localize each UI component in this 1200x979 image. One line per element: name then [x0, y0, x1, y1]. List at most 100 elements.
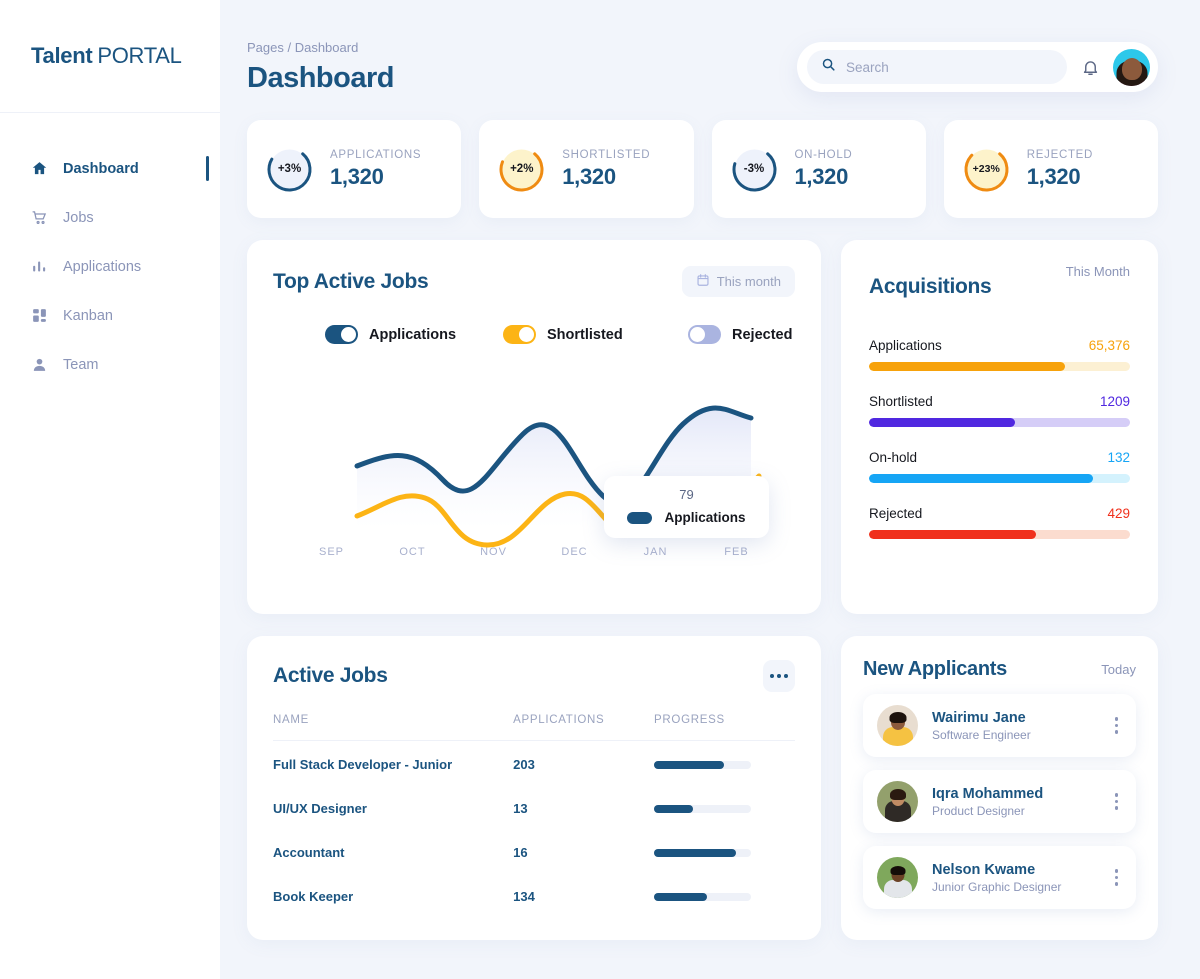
sidebar-item-jobs[interactable]: Jobs	[0, 193, 220, 242]
stat-value: 1,320	[562, 163, 616, 189]
job-progress-cell	[654, 873, 795, 917]
toggle-switch[interactable]	[503, 325, 536, 344]
table-row[interactable]: Full Stack Developer - Junior 203	[273, 741, 795, 786]
brand-logo[interactable]: Talent PORTAL	[0, 0, 220, 113]
table-row[interactable]: Book Keeper 134	[273, 873, 795, 917]
chart-header: Top Active Jobs This month	[273, 266, 795, 297]
job-name: Full Stack Developer - Junior	[273, 757, 453, 772]
breadcrumb[interactable]: Pages / Dashboard	[247, 40, 797, 55]
progress-track	[869, 474, 1130, 483]
sidebar-nav: Dashboard Jobs Applications Kanban Team	[0, 113, 220, 389]
dot-icon	[777, 674, 781, 678]
brand-part-1: Talent	[31, 43, 93, 68]
table-row[interactable]: Accountant 16	[273, 829, 795, 873]
active-jobs-card: Active Jobs NAME APPLICATIONS PROGRESS F…	[247, 636, 821, 940]
stat-meta: REJECTED 1,320	[1027, 149, 1093, 190]
sidebar-item-label: Team	[63, 356, 99, 373]
acquisition-row-shortlisted: Shortlisted 1209	[869, 394, 1130, 427]
notification-bell-icon[interactable]	[1077, 54, 1103, 80]
brand-part-2: PORTAL	[97, 43, 182, 68]
search-icon	[821, 57, 836, 77]
progress-track	[654, 760, 752, 769]
toggle-switch[interactable]	[325, 325, 358, 344]
job-progress-cell	[654, 741, 795, 786]
stat-card-applications[interactable]: +3% APPLICATIONS 1,320	[247, 120, 462, 218]
applicant-avatar	[877, 781, 918, 822]
new-applicants-card: New Applicants Today Wairimu Jane Softwa…	[841, 636, 1158, 940]
job-applications: 16	[513, 845, 528, 860]
donut-chart: +3%	[265, 145, 314, 194]
period-label: This month	[716, 274, 781, 289]
cart-icon	[29, 208, 49, 228]
list-item[interactable]: Iqra Mohammed Product Designer	[863, 770, 1136, 833]
progress-track	[869, 530, 1130, 539]
x-tick-label: JAN	[643, 546, 668, 558]
acquisition-label: On-hold	[869, 450, 918, 465]
page-title: Dashboard	[247, 62, 394, 94]
x-tick-label: FEB	[724, 546, 749, 558]
calendar-icon	[696, 273, 710, 290]
progress-fill	[869, 474, 1094, 483]
list-item[interactable]: Wairimu Jane Software Engineer	[863, 694, 1136, 757]
job-name: Book Keeper	[273, 889, 354, 904]
progress-track	[654, 804, 752, 813]
dot-icon	[1114, 723, 1118, 728]
acquisition-row-rejected: Rejected 429	[869, 506, 1130, 539]
period-selector-button[interactable]: This month	[681, 266, 795, 297]
list-item[interactable]: Nelson Kwame Junior Graphic Designer	[863, 846, 1136, 909]
stat-card-rejected[interactable]: +23% REJECTED 1,320	[943, 120, 1158, 218]
tooltip-value: 79	[679, 487, 694, 502]
stat-card-on-hold[interactable]: -3% ON-HOLD 1,320	[711, 120, 926, 218]
legend-toggle-shortlisted[interactable]: Shortlisted	[503, 325, 688, 344]
sidebar-item-applications[interactable]: Applications	[0, 242, 220, 291]
avatar[interactable]	[1113, 48, 1150, 86]
dot-icon	[1114, 882, 1118, 886]
active-jobs-table: NAME APPLICATIONS PROGRESS Full Stack De…	[273, 714, 795, 917]
table-header-row: NAME APPLICATIONS PROGRESS	[273, 714, 795, 741]
column-header-name: NAME	[273, 714, 514, 741]
search-bar-container	[797, 42, 1158, 92]
applicant-name: Nelson Kwame	[932, 861, 1036, 878]
middle-row: Top Active Jobs This month Applications	[247, 240, 1158, 614]
stat-label: SHORTLISTED	[562, 148, 651, 161]
page-heading-group: Pages / Dashboard Dashboard	[247, 40, 797, 95]
sidebar-item-team[interactable]: Team	[0, 340, 220, 389]
applicant-name: Iqra Mohammed	[932, 785, 1044, 802]
applicant-options-button[interactable]	[1111, 789, 1123, 814]
chart-tooltip: 79 Applications	[604, 476, 769, 538]
sidebar-item-label: Applications	[63, 258, 142, 275]
toggle-switch[interactable]	[688, 325, 721, 344]
progress-track	[654, 892, 752, 901]
sidebar-item-kanban[interactable]: Kanban	[0, 291, 220, 340]
stat-value: 1,320	[794, 163, 849, 189]
search-input[interactable]	[846, 59, 1053, 75]
legend-toggle-applications[interactable]: Applications	[325, 325, 503, 344]
legend-toggle-rejected[interactable]: Rejected	[688, 325, 792, 344]
sidebar-item-dashboard[interactable]: Dashboard	[0, 144, 220, 193]
applicant-role: Software Engineer	[932, 727, 1031, 742]
dot-icon	[1114, 806, 1118, 810]
applicant-options-button[interactable]	[1111, 713, 1123, 738]
sidebar: Talent PORTAL Dashboard Jobs Application…	[0, 0, 220, 979]
search-field-wrapper[interactable]	[807, 50, 1067, 84]
progress-track	[869, 362, 1130, 371]
applicant-role: Junior Graphic Designer	[932, 879, 1062, 894]
donut-chart: -3%	[730, 145, 779, 194]
progress-fill	[654, 760, 724, 769]
table-row[interactable]: UI/UX Designer 13	[273, 785, 795, 829]
stat-card-shortlisted[interactable]: +2% SHORTLISTED 1,320	[479, 120, 694, 218]
progress-fill	[869, 418, 1016, 427]
dot-icon	[784, 674, 788, 678]
more-options-button[interactable]	[763, 660, 795, 692]
new-applicants-title: New Applicants	[863, 658, 1007, 680]
chart-legend: Applications Shortlisted Rejected	[273, 325, 795, 344]
applicant-avatar	[877, 705, 918, 746]
active-jobs-header: Active Jobs	[273, 660, 795, 692]
applicant-options-button[interactable]	[1111, 865, 1123, 890]
applicant-avatar	[877, 857, 918, 898]
job-progress-cell	[654, 785, 795, 829]
progress-fill	[869, 362, 1065, 371]
bottom-row: Active Jobs NAME APPLICATIONS PROGRESS F…	[247, 636, 1158, 940]
sidebar-item-label: Jobs	[63, 209, 94, 226]
legend-label: Rejected	[732, 326, 793, 343]
